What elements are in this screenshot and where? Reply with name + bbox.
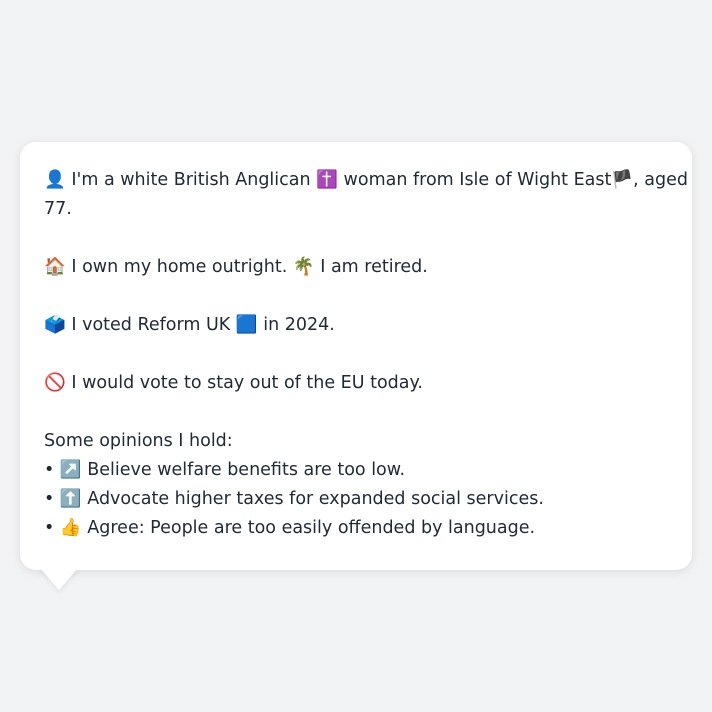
eu-line: 🚫 I would vote to stay out of the EU tod… xyxy=(44,369,668,398)
vote-text-b: in 2024. xyxy=(263,315,335,335)
blue-square-icon: 🟦 xyxy=(235,315,258,335)
palm-tree-icon: 🌴 xyxy=(292,257,315,277)
home-text-b: I am retired. xyxy=(320,257,428,277)
prohibited-icon: 🚫 xyxy=(44,373,66,393)
eu-text: I would vote to stay out of the EU today… xyxy=(71,373,423,393)
thumbs-up-icon: 👍 xyxy=(59,518,82,538)
opinions-heading: Some opinions I hold: xyxy=(44,431,233,451)
identity-text-d: 77. xyxy=(44,199,72,219)
bullet: • xyxy=(44,460,55,480)
opinion-item: • ↗️ Believe welfare benefits are too lo… xyxy=(44,456,668,485)
home-text-a: I own my home outright. xyxy=(71,257,288,277)
bubble-tail xyxy=(40,568,78,590)
opinion-item: • ⬆️ Advocate higher taxes for expanded … xyxy=(44,485,668,514)
identity-text-b: woman from Isle of Wight East xyxy=(343,170,612,190)
vote-line: 🗳️ I voted Reform UK 🟦 in 2024. xyxy=(44,311,668,340)
opinion-text: Advocate higher taxes for expanded socia… xyxy=(87,489,544,509)
cross-icon: ✝️ xyxy=(316,170,338,190)
opinion-text: Agree: People are too easily offended by… xyxy=(87,518,536,538)
identity-line-2: 77. xyxy=(44,195,668,224)
house-icon: 🏠 xyxy=(44,257,66,277)
england-flag-icon: 🏴 xyxy=(611,170,634,190)
identity-line: 👤 I'm a white British Anglican ✝️ woman … xyxy=(44,166,688,195)
bullet: • xyxy=(44,518,55,538)
opinion-text: Believe welfare benefits are too low. xyxy=(87,460,406,480)
identity-text-a: I'm a white British Anglican xyxy=(71,170,311,190)
up-right-arrow-icon: ↗️ xyxy=(59,460,82,480)
bullet: • xyxy=(44,489,55,509)
opinion-item: • 👍 Agree: People are too easily offende… xyxy=(44,514,668,543)
home-line: 🏠 I own my home outright. 🌴 I am retired… xyxy=(44,253,668,282)
up-arrow-icon: ⬆️ xyxy=(59,489,82,509)
profile-card: 👤 I'm a white British Anglican ✝️ woman … xyxy=(20,142,692,570)
person-icon: 👤 xyxy=(44,170,66,190)
ballot-box-icon: 🗳️ xyxy=(44,315,66,335)
vote-text-a: I voted Reform UK xyxy=(71,315,231,335)
identity-text-c: , aged xyxy=(633,170,688,190)
